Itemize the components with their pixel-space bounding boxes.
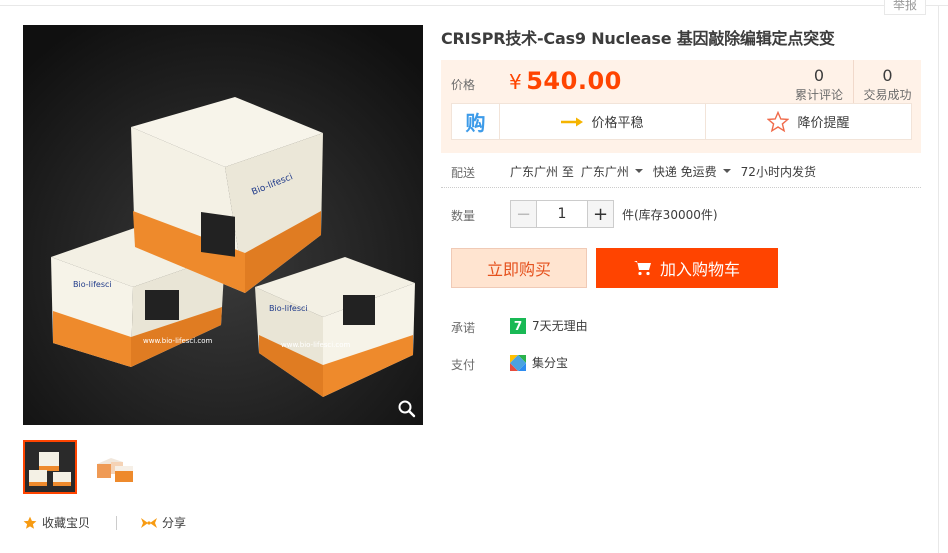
gou-logo-char: 购 bbox=[465, 111, 486, 135]
svg-text:www.bio-lifesci.com: www.bio-lifesci.com bbox=[281, 341, 351, 349]
chevron-down-icon[interactable] bbox=[722, 168, 731, 173]
price-panel: 价格 ¥540.00 0 累计评论 0 交易成功 购 价格平稳 降价提醒 bbox=[441, 60, 921, 153]
actions-divider bbox=[116, 515, 118, 530]
product-title: CRISPR技术-Cas9 Nuclease 基因敲除编辑定点突变 bbox=[441, 29, 835, 48]
price-trend-label: 价格平稳 bbox=[591, 116, 644, 131]
share-icon bbox=[141, 517, 158, 528]
price-value: ¥540.00 bbox=[509, 67, 622, 95]
sales-stats: 0 累计评论 0 交易成功 bbox=[785, 60, 921, 104]
payment-label: 支付 bbox=[451, 358, 476, 372]
quantity-decrease-button[interactable]: − bbox=[510, 200, 537, 228]
price-label: 价格 bbox=[451, 78, 476, 92]
price-trend[interactable]: 价格平稳 bbox=[500, 104, 705, 139]
delivery-info: 广东广州 至 广东广州 快递 免运费 72小时内发货 bbox=[510, 163, 816, 180]
promise-text: 7天无理由 bbox=[532, 319, 588, 333]
delivery-from: 广东广州 至 bbox=[510, 165, 574, 179]
stock-text: 件(库存30000件) bbox=[622, 208, 718, 222]
right-border bbox=[938, 5, 939, 553]
thumbnail-1[interactable] bbox=[23, 440, 77, 494]
add-to-cart-label: 加入购物车 bbox=[659, 260, 740, 279]
product-photo: Bio-lifesci Bio-lifesci Bio-lifesci www.… bbox=[23, 25, 423, 425]
svg-text:Bio-lifesci: Bio-lifesci bbox=[73, 280, 112, 289]
thumbnail-2-image bbox=[89, 442, 139, 492]
stat-reviews[interactable]: 0 累计评论 bbox=[785, 60, 853, 104]
promise-info[interactable]: 7 7天无理由 bbox=[510, 317, 588, 334]
stat-transactions[interactable]: 0 交易成功 bbox=[853, 60, 921, 104]
seven-day-return-icon: 7 bbox=[510, 317, 526, 334]
quantity-label: 数量 bbox=[451, 209, 476, 223]
favorite-button[interactable]: 收藏宝贝 bbox=[23, 514, 90, 531]
star-icon bbox=[23, 516, 37, 529]
thumbnail-1-image bbox=[25, 442, 75, 492]
section-divider bbox=[441, 187, 921, 188]
chevron-down-icon[interactable] bbox=[634, 168, 643, 173]
thumbnail-2[interactable] bbox=[87, 440, 141, 494]
buy-now-button[interactable]: 立即购买 bbox=[451, 248, 587, 288]
report-link[interactable]: 举报 bbox=[883, 0, 926, 15]
review-count: 0 bbox=[813, 66, 825, 85]
cart-icon bbox=[633, 261, 651, 276]
svg-text:www.bio-lifesci.com: www.bio-lifesci.com bbox=[143, 337, 213, 345]
price-alert-label: 降价提醒 bbox=[797, 116, 850, 131]
share-button[interactable]: 分享 bbox=[141, 514, 186, 531]
transaction-label: 交易成功 bbox=[863, 88, 912, 102]
delivery-label: 配送 bbox=[451, 166, 476, 180]
payment-info[interactable]: 集分宝 bbox=[510, 354, 568, 371]
promise-label: 承诺 bbox=[451, 321, 476, 335]
transaction-count: 0 bbox=[882, 66, 893, 85]
price-promo-bar: 购 价格平稳 降价提醒 bbox=[451, 103, 912, 140]
svg-text:Bio-lifesci: Bio-lifesci bbox=[269, 304, 308, 313]
quantity-input[interactable]: 1 bbox=[537, 200, 587, 228]
delivery-method[interactable]: 快递 免运费 bbox=[653, 163, 717, 180]
seven-day-return-char: 7 bbox=[513, 318, 523, 333]
gou-logo-icon: 购 bbox=[452, 104, 500, 139]
ship-time: 72小时内发货 bbox=[740, 165, 816, 179]
jifenbao-icon bbox=[510, 354, 526, 371]
payment-text: 集分宝 bbox=[532, 356, 569, 370]
star-outline-icon bbox=[767, 110, 790, 132]
quantity-increase-button[interactable]: + bbox=[587, 200, 614, 228]
magnifier-icon[interactable] bbox=[397, 399, 417, 419]
add-to-cart-button[interactable]: 加入购物车 bbox=[596, 248, 778, 288]
top-border bbox=[0, 5, 948, 6]
price-amount: 540.00 bbox=[526, 67, 622, 95]
share-label: 分享 bbox=[162, 516, 187, 530]
main-product-image[interactable]: Bio-lifesci Bio-lifesci Bio-lifesci www.… bbox=[23, 25, 423, 425]
quantity-stepper: − 1 + bbox=[510, 200, 614, 228]
review-label: 累计评论 bbox=[794, 88, 843, 102]
currency-symbol: ¥ bbox=[509, 70, 523, 94]
price-alert-button[interactable]: 降价提醒 bbox=[705, 104, 911, 139]
thumbnail-strip bbox=[23, 440, 141, 494]
delivery-destination[interactable]: 广东广州 bbox=[581, 163, 629, 180]
favorite-label: 收藏宝贝 bbox=[42, 516, 91, 530]
product-actions: 收藏宝贝 分享 bbox=[23, 514, 186, 531]
arrow-right-icon bbox=[561, 117, 584, 126]
